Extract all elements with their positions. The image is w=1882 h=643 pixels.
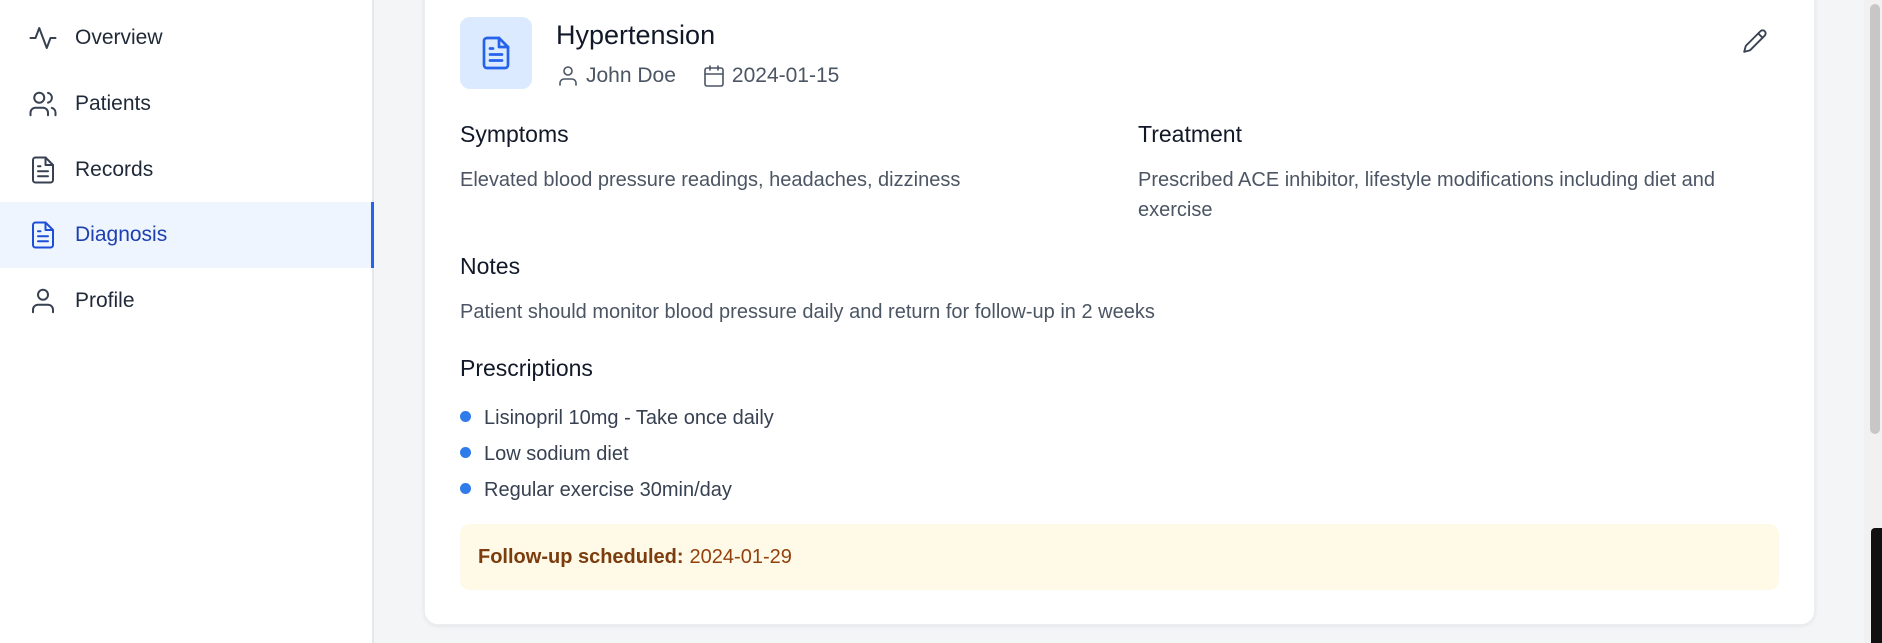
sidebar-item-patients[interactable]: Patients bbox=[0, 71, 374, 137]
file-text-icon bbox=[482, 36, 510, 70]
treatment-text-line-2: exercise bbox=[1138, 199, 1213, 221]
users-icon bbox=[28, 89, 58, 119]
user-icon bbox=[559, 66, 577, 86]
sidebar-item-profile[interactable]: Profile bbox=[0, 268, 374, 334]
sidebar-item-overview[interactable]: Overview bbox=[0, 5, 374, 71]
diagnosis-date: 2024-01-15 bbox=[731, 64, 840, 87]
sidebar-item-records[interactable]: Records bbox=[0, 137, 374, 203]
diagnosis-meta: John Doe 2024-01-15 bbox=[556, 64, 839, 88]
symptoms-heading: Symptoms bbox=[460, 121, 569, 147]
file-text-icon bbox=[28, 220, 58, 250]
prescription-text: Lisinopril 10mg - Take once daily bbox=[484, 406, 774, 429]
treatment-heading: Treatment bbox=[1138, 121, 1242, 147]
user-icon bbox=[28, 286, 58, 316]
diagnosis-title: Hypertension bbox=[556, 20, 716, 50]
prescriptions-list: Lisinopril 10mg - Take once daily Low so… bbox=[460, 400, 774, 508]
sidebar-item-label: Patients bbox=[75, 92, 151, 115]
pencil-icon bbox=[1743, 29, 1767, 53]
sidebar-item-label: Profile bbox=[75, 289, 135, 312]
patient-name: John Doe bbox=[586, 64, 676, 87]
bullet-icon bbox=[460, 482, 471, 494]
bullet-icon bbox=[460, 446, 471, 458]
document-tile bbox=[460, 17, 532, 89]
list-item: Low sodium diet bbox=[460, 436, 774, 472]
followup-date: 2024-01-29 bbox=[689, 545, 792, 568]
sidebar: Overview Patients Records Diagnosis Prof… bbox=[0, 0, 374, 643]
notes-heading: Notes bbox=[460, 253, 521, 279]
list-item: Lisinopril 10mg - Take once daily bbox=[460, 400, 774, 436]
scrollbar-thumb[interactable] bbox=[1870, 4, 1880, 434]
sidebar-item-label: Overview bbox=[75, 26, 163, 49]
sidebar-item-diagnosis[interactable]: Diagnosis bbox=[0, 202, 374, 268]
sidebar-item-label: Diagnosis bbox=[75, 223, 168, 246]
file-text-icon bbox=[28, 155, 58, 185]
list-item: Regular exercise 30min/day bbox=[460, 472, 774, 508]
notes-text: Patient should monitor blood pressure da… bbox=[460, 301, 1155, 323]
bullet-icon bbox=[460, 410, 471, 422]
treatment-text-line-1: Prescribed ACE inhibitor, lifestyle modi… bbox=[1138, 169, 1715, 191]
prescriptions-heading: Prescriptions bbox=[460, 355, 593, 381]
sidebar-item-label: Records bbox=[75, 158, 154, 181]
activity-icon bbox=[28, 23, 58, 53]
symptoms-text: Elevated blood pressure readings, headac… bbox=[460, 169, 961, 191]
followup-label: Follow-up scheduled: bbox=[478, 545, 684, 568]
edit-button[interactable] bbox=[1738, 24, 1772, 58]
followup-banner: Follow-up scheduled: 2024-01-29 bbox=[460, 524, 1779, 590]
prescription-text: Low sodium diet bbox=[484, 442, 629, 465]
prescription-text: Regular exercise 30min/day bbox=[484, 478, 732, 501]
calendar-icon bbox=[704, 65, 724, 87]
overlay-widget bbox=[1871, 528, 1882, 643]
